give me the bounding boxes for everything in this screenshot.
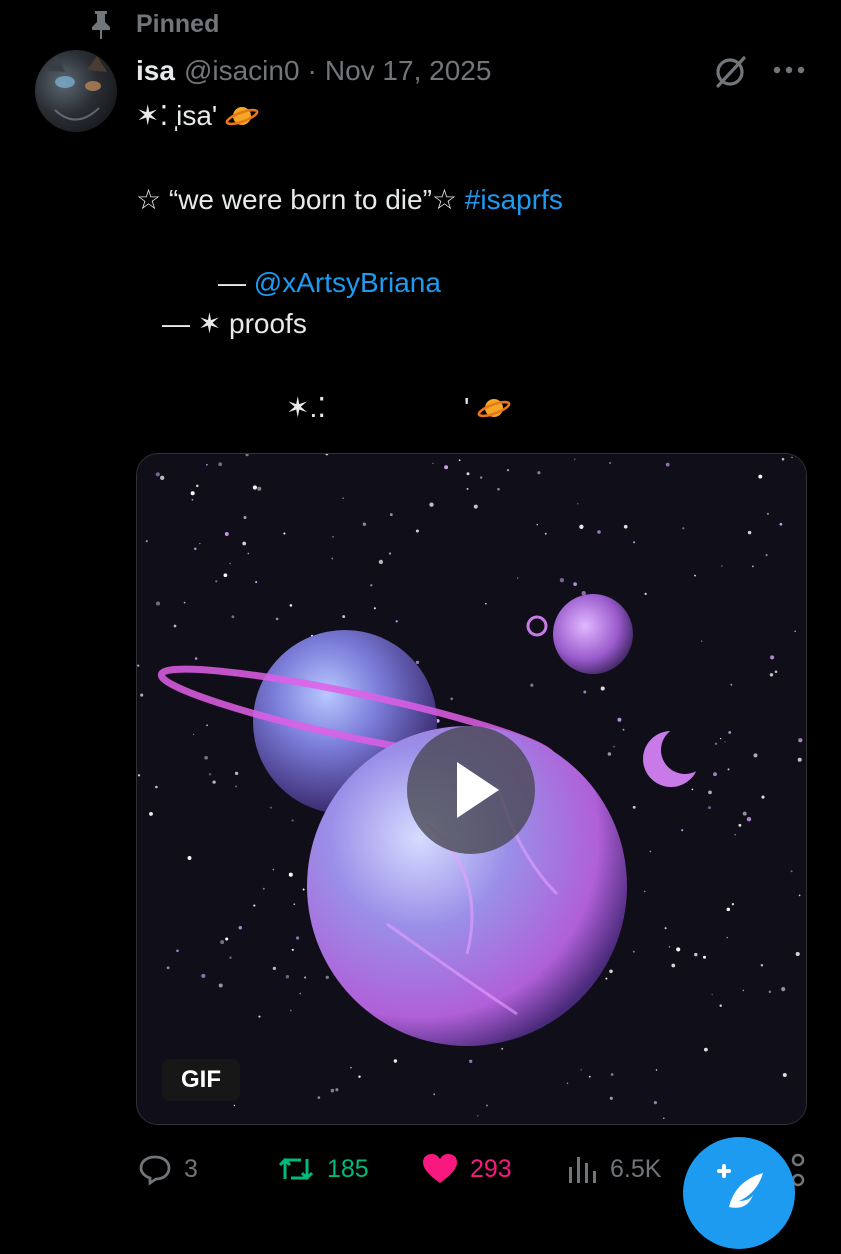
- views-chart-icon: [569, 1157, 596, 1183]
- author-handle[interactable]: @isacin0: [184, 55, 300, 87]
- tweet-date[interactable]: Nov 17, 2025: [325, 55, 492, 87]
- tweet-text-line-1: ✶⁚ ̩isa': [136, 99, 259, 133]
- tweet-text-line-3: — @xArtsyBriana: [218, 266, 441, 300]
- gif-badge: GIF: [162, 1059, 240, 1101]
- hashtag-link[interactable]: #isaprfs: [465, 184, 563, 215]
- avatar[interactable]: [35, 50, 117, 132]
- tweet-text-line-2: ☆ “we were born to die”☆ #isaprfs: [136, 183, 563, 217]
- pinned-indicator: Pinned: [88, 8, 219, 40]
- grok-icon[interactable]: [712, 54, 748, 90]
- quote-text: ☆ “we were born to die”☆: [136, 184, 465, 215]
- pin-icon: [92, 11, 110, 39]
- retweet-count: 185: [327, 1154, 369, 1183]
- play-icon: [457, 762, 499, 818]
- avatar-cat-image: [45, 55, 107, 121]
- tweet-text-line-4: — ✶ proofs: [162, 308, 307, 339]
- retweet-icon: [278, 1157, 314, 1181]
- reply-icon: [139, 1155, 171, 1186]
- like-count: 293: [470, 1154, 512, 1183]
- gif-media[interactable]: GIF: [136, 453, 807, 1125]
- author-name[interactable]: isa: [136, 55, 175, 87]
- compose-feather-icon: [717, 1164, 763, 1208]
- tweet-text-line-5-right: ': [464, 391, 511, 425]
- reply-count: 3: [184, 1154, 198, 1183]
- separator-dot: ·: [307, 55, 317, 86]
- pinned-label: Pinned: [136, 9, 220, 38]
- tweet-header: isa @isacin0 · Nov 17, 2025: [136, 52, 491, 90]
- views-button[interactable]: 6.5K: [566, 1148, 661, 1190]
- ringed-planet-emoji-icon: [225, 107, 259, 126]
- apostrophe-text: ': [464, 392, 470, 423]
- mention-link[interactable]: @xArtsyBriana: [254, 267, 441, 298]
- ringed-planet-emoji-icon-2: [477, 399, 511, 418]
- bio-name-text: ✶⁚ ̩isa': [136, 100, 218, 131]
- credit-dash: —: [218, 267, 254, 298]
- play-button[interactable]: [407, 726, 535, 854]
- heart-icon: [423, 1154, 457, 1183]
- compose-post-button[interactable]: [683, 1137, 795, 1249]
- retweet-button[interactable]: 185: [277, 1148, 369, 1190]
- views-count: 6.5K: [610, 1154, 662, 1183]
- tweet-text-line-5-left: ✶.⁚: [286, 392, 327, 423]
- reply-button[interactable]: 3: [138, 1148, 198, 1190]
- like-button[interactable]: 293: [422, 1148, 512, 1190]
- more-options-icon[interactable]: [772, 60, 806, 80]
